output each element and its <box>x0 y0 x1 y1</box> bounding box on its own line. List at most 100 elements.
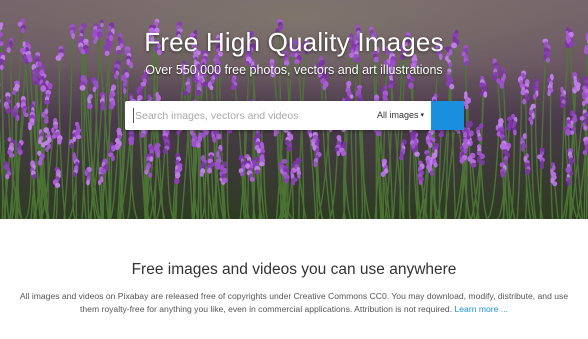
media-type-label: All images <box>377 110 419 120</box>
lavender-bud <box>40 85 46 92</box>
lavender-bud <box>55 182 61 188</box>
lavender-bud <box>230 84 237 90</box>
lavender-bud <box>245 163 251 169</box>
lavender-bud <box>31 174 37 179</box>
lavender-bud <box>398 155 404 161</box>
lavender-bud <box>75 134 82 140</box>
lavender-bud <box>284 178 289 184</box>
lavender-bud <box>312 144 317 151</box>
lavender-bud <box>520 89 526 96</box>
lavender-bud <box>23 112 29 118</box>
lavender-bud <box>525 168 531 175</box>
lavender-bud <box>100 104 106 111</box>
lavender-bud <box>33 80 39 85</box>
lavender-bud <box>37 159 43 166</box>
lavender-bud <box>463 131 467 137</box>
lavender-bud <box>249 177 255 182</box>
lavender-bud <box>480 160 486 166</box>
lavender-bud <box>540 163 544 169</box>
lavender-bud <box>258 161 265 167</box>
lavender-bud <box>17 149 23 155</box>
lavender-bud <box>552 181 558 187</box>
lavender-bud <box>92 86 97 93</box>
lavender-bud <box>429 170 434 177</box>
lavender-bud <box>9 153 15 158</box>
hero-title: Free High Quality Images <box>144 27 444 57</box>
lavender-bud <box>87 102 93 110</box>
lavender-bud <box>535 80 539 88</box>
lavender-bud <box>273 131 277 137</box>
lavender-bud <box>428 142 433 149</box>
search-bar: All images▾ <box>125 101 464 130</box>
lavender-bud <box>100 168 106 174</box>
lavender-bud <box>414 151 420 157</box>
lavender-bud <box>44 99 50 105</box>
lavender-bud <box>499 83 504 89</box>
lavender-bud <box>380 171 386 178</box>
lavender-bud <box>567 179 571 187</box>
lavender-bud <box>500 171 506 178</box>
lavender-bud <box>199 171 204 177</box>
lavender-bud <box>560 103 566 109</box>
lavender-bud <box>408 82 414 90</box>
lavender-bud <box>470 162 477 168</box>
media-type-dropdown[interactable]: All images ▾ <box>377 101 424 130</box>
lavender-bud <box>182 91 189 96</box>
lavender-bud <box>521 146 525 152</box>
lavender-bud <box>308 132 313 138</box>
intro-section: Free images and videos you can use anywh… <box>0 219 588 339</box>
lavender-bud <box>462 142 469 150</box>
lavender-bud <box>5 108 12 114</box>
intro-heading: Free images and videos you can use anywh… <box>131 261 457 278</box>
lavender-bud <box>532 93 537 100</box>
lavender-bud <box>572 88 577 94</box>
lavender-bud <box>28 123 32 131</box>
lavender-bud <box>156 152 160 158</box>
lavender-bud <box>240 171 244 177</box>
lavender-bud <box>477 156 481 163</box>
lavender-bud <box>123 88 127 94</box>
lavender-bud <box>375 130 382 137</box>
lavender-bud <box>7 137 12 142</box>
lavender-bud <box>340 150 346 157</box>
lavender-bud <box>70 142 74 149</box>
lavender-bud <box>176 129 180 136</box>
hero-banner: Free High Quality Images Over 550,000 fr… <box>0 0 588 219</box>
learn-more-link[interactable]: Learn more ... <box>455 304 509 314</box>
lavender-bud <box>149 156 154 162</box>
lavender-bud <box>195 89 201 97</box>
lavender-bud <box>98 179 102 186</box>
lavender-bud <box>529 119 534 126</box>
lavender-bud <box>388 83 394 89</box>
lavender-bud <box>582 100 586 107</box>
lavender-bud <box>216 133 222 140</box>
lavender-bud <box>582 150 588 156</box>
lavender-bud <box>200 132 206 138</box>
intro-text: All images and videos on Pixabay are rel… <box>16 290 572 316</box>
chevron-down-icon: ▾ <box>420 112 425 119</box>
lavender-bud <box>579 116 585 121</box>
hero-subtitle: Over 550,000 free photos, vectors and ar… <box>145 63 443 77</box>
lavender-bud <box>297 174 301 179</box>
lavender-bud <box>322 84 327 91</box>
lavender-bud <box>463 138 468 144</box>
lavender-bud <box>569 157 575 164</box>
lavender-bud <box>286 146 292 152</box>
lavender-bud <box>212 136 217 143</box>
lavender-bud <box>336 150 340 157</box>
lavender-bud <box>438 132 444 138</box>
lavender-bud <box>522 98 527 105</box>
search-button[interactable] <box>431 101 464 130</box>
lavender-bud <box>139 132 146 138</box>
lavender-bud <box>426 159 430 165</box>
lavender-bud <box>499 143 506 150</box>
search-input[interactable] <box>125 101 365 130</box>
lavender-bud <box>27 57 33 63</box>
lavender-bud <box>477 136 483 142</box>
lavender-bud <box>86 179 90 186</box>
lavender-bud <box>479 91 484 96</box>
lavender-bud <box>222 177 228 183</box>
lavender-bud <box>459 157 464 164</box>
lavender-bud <box>547 90 551 97</box>
lavender-bud <box>513 129 517 136</box>
